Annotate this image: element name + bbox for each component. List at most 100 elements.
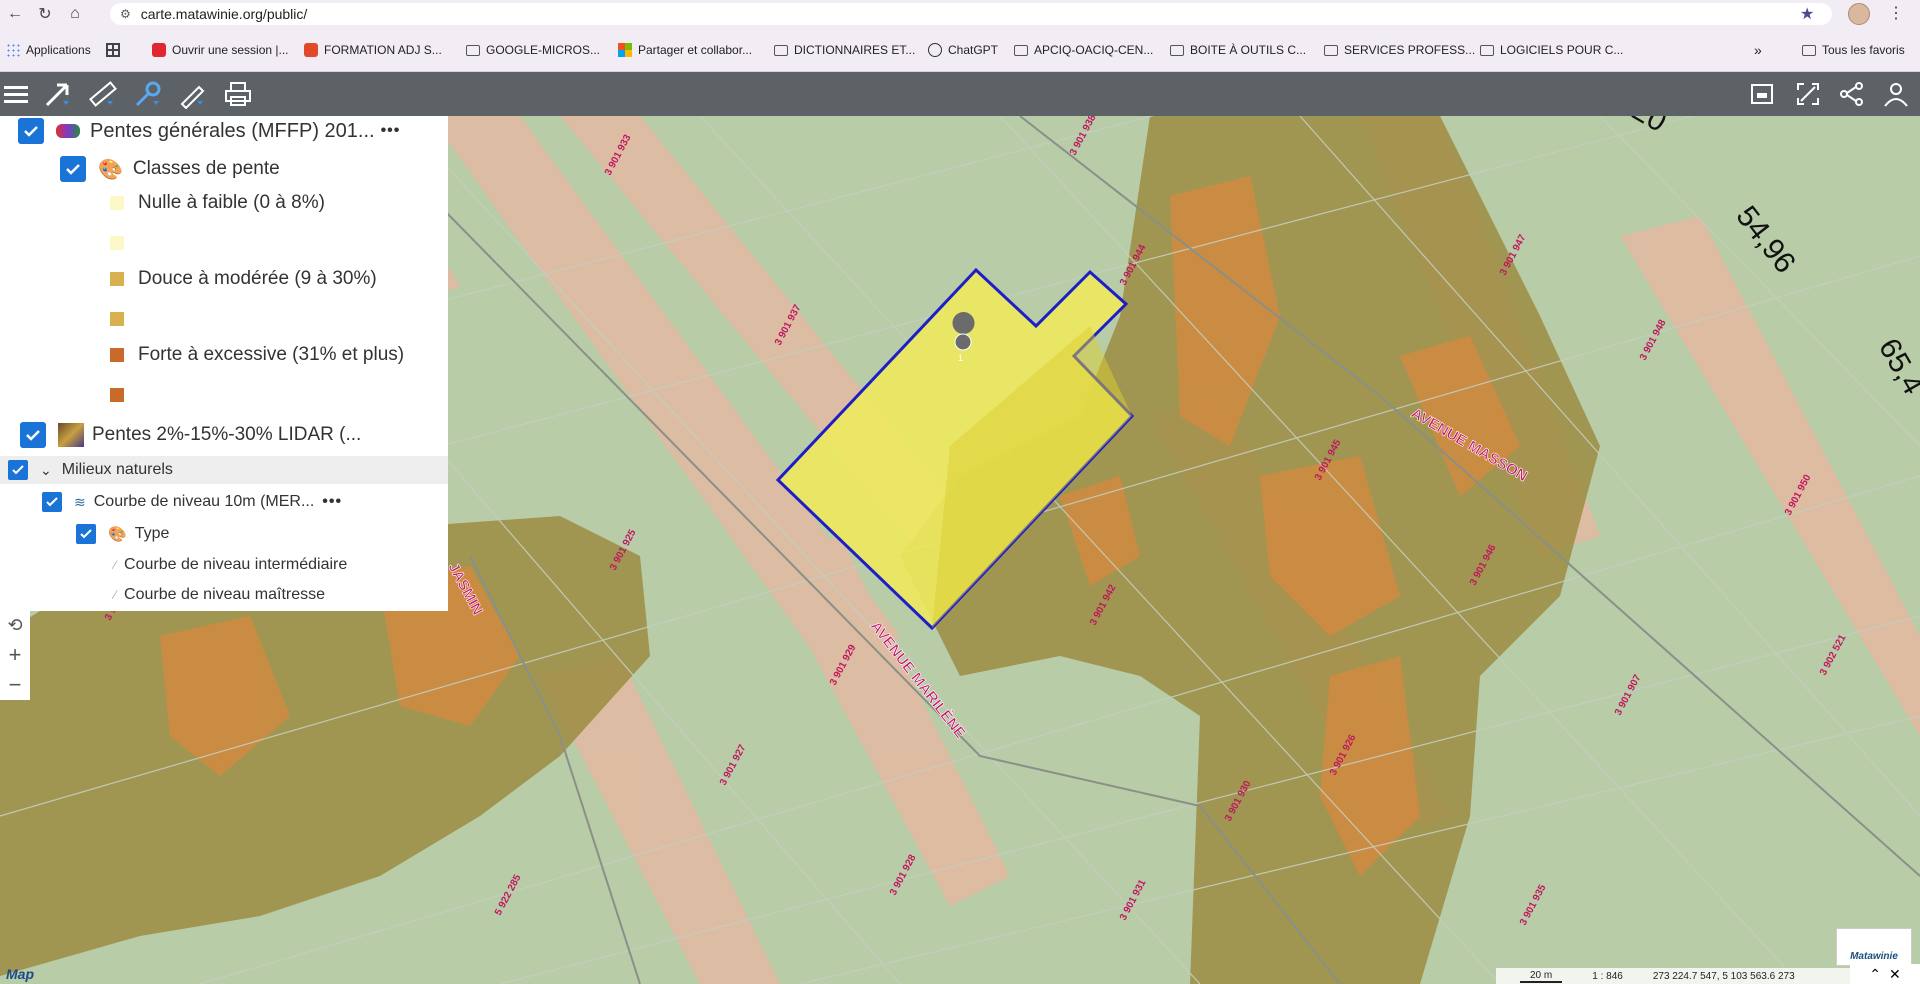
classes-label: Classes de pente [132, 158, 280, 179]
bookmark-dictionnaires[interactable]: DICTIONNAIRES ET... [774, 41, 915, 59]
browser-toolbar: ← ↻ ⌂ ⚙ carte.matawinie.org/public/ ★ ⋮ [0, 0, 1920, 28]
legend-curve-intermediaire: ⁄ Courbe de niveau intermédiaire [114, 556, 348, 573]
legend-layer-lidar: Pentes 2%-15%-30% LIDAR (... [20, 422, 361, 448]
zoom-controls: ⟲ + − [0, 610, 30, 700]
lot-label: 3 901 935 [1518, 883, 1549, 928]
layer-checkbox[interactable] [18, 118, 44, 144]
bookmark-formation[interactable]: FORMATION ADJ S... [304, 41, 442, 59]
lot-label: 5 922 285 [493, 873, 524, 918]
legend-layer-courbe: ≋ Courbe de niveau 10m (MER... ••• [42, 492, 342, 512]
curve-line-icon: ⁄ [114, 588, 117, 602]
url-text: carte.matawinie.org/public/ [140, 6, 308, 22]
layer-options-button[interactable]: ••• [381, 122, 401, 140]
group-name: Milieux naturels [61, 461, 173, 478]
lot-label: 3 902 521 [1818, 633, 1849, 678]
bookmark-partager[interactable]: Partager et collabor... [618, 41, 752, 59]
user-account-icon[interactable] [1880, 78, 1912, 110]
window-icon[interactable] [1746, 78, 1778, 110]
bookmark-chatgpt[interactable]: ChatGPT [928, 41, 998, 59]
measure-ruler-icon[interactable] [86, 78, 118, 110]
home-button[interactable]: ⌂ [60, 0, 90, 28]
browser-menu-icon[interactable]: ⋮ [1888, 3, 1904, 23]
back-button[interactable]: ← [0, 0, 30, 28]
reset-view-icon[interactable]: ⟲ [0, 610, 30, 640]
type-checkbox[interactable] [76, 524, 96, 544]
contour-label: 54,96 [1729, 200, 1801, 279]
coordinates-readout: 273 224.7 547, 5 103 563.6 273 [1652, 970, 1795, 982]
all-favorites-folder[interactable]: Tous les favoris [1802, 41, 1905, 59]
layer-name: Pentes générales (MFFP) 201... [90, 119, 375, 142]
contour-lines-icon: ≋ [74, 493, 86, 510]
folder-icon [1480, 44, 1494, 56]
bookmark-apciq[interactable]: APCIQ-OACIQ-CEN... [1014, 41, 1153, 59]
layer-name: Pentes 2%-15%-30% LIDAR (... [92, 424, 362, 445]
red-logo-icon [304, 43, 318, 57]
chevron-down-icon[interactable]: ⌄ [40, 462, 52, 479]
reload-button[interactable]: ↻ [30, 0, 60, 28]
layer-options-button[interactable]: ••• [322, 493, 342, 511]
palette-icon: 🎨 [108, 526, 127, 543]
contour-label: 65,4 [1872, 333, 1920, 400]
marker-label: 1 [958, 353, 963, 363]
chatgpt-icon [928, 43, 942, 57]
share-icon[interactable] [1836, 78, 1868, 110]
zoom-out-button[interactable]: − [0, 670, 30, 700]
layer-checkbox[interactable] [20, 422, 46, 448]
zoom-in-button[interactable]: + [0, 640, 30, 670]
folder-icon [1170, 44, 1184, 56]
apps-grid-icon [6, 43, 20, 57]
address-bar[interactable]: ⚙ carte.matawinie.org/public/ [110, 3, 1832, 25]
layer-style-icon [56, 124, 80, 138]
layer-name: Courbe de niveau 10m (MER... [93, 493, 315, 510]
more-bookmarks-button[interactable]: » [1754, 41, 1762, 59]
close-x-icon[interactable]: ✕ [1889, 966, 1901, 983]
lot-label: 3 901 948 [1638, 318, 1669, 363]
legend-group-milieux[interactable]: ⌄ Milieux naturels [8, 460, 173, 480]
curve-line-icon: ⁄ [114, 558, 117, 572]
swatch-nulle [110, 196, 124, 210]
group-checkbox[interactable] [8, 460, 28, 480]
grid-icon [106, 43, 120, 57]
hamburger-menu-icon[interactable] [0, 78, 32, 110]
layer-checkbox[interactable] [42, 492, 62, 512]
corner-controls: ⌃ ✕ [1850, 964, 1920, 984]
fullscreen-icon[interactable] [1792, 78, 1824, 110]
legend-item-nulle: Nulle à faible (0 à 8%) [110, 192, 325, 214]
folder-icon [1014, 44, 1028, 56]
pointer-arrow-icon[interactable] [42, 78, 74, 110]
s-logo-icon [152, 43, 166, 57]
map-toolbar [0, 72, 1920, 116]
legend-item-douce: Douce à modérée (9 à 30%) [110, 268, 377, 290]
folder-icon [1324, 44, 1338, 56]
classes-checkbox[interactable] [60, 156, 86, 182]
lot-label: 3 901 928 [888, 853, 919, 898]
bookmark-google-micros[interactable]: GOOGLE-MICROS... [466, 41, 600, 59]
map-label: Map [6, 966, 34, 982]
bookmarks-bar: Applications Ouvrir une session |... FOR… [0, 28, 1920, 72]
legend-type: 🎨 Type [76, 524, 169, 544]
legend-swatch-douce-2 [110, 312, 124, 326]
site-info-icon[interactable]: ⚙ [120, 7, 131, 21]
identify-tool-icon[interactable] [132, 78, 164, 110]
bookmark-star-icon[interactable]: ★ [1800, 4, 1814, 24]
bookmark-logiciels[interactable]: LOGICIELS POUR C... [1480, 41, 1623, 59]
bookmark-services[interactable]: SERVICES PROFESS... [1324, 41, 1475, 59]
print-icon[interactable] [222, 78, 254, 110]
profile-avatar[interactable] [1848, 3, 1870, 25]
bookmark-applications[interactable]: Applications [6, 41, 91, 59]
swatch-douce [110, 272, 124, 286]
scale-bar: 20 m [1520, 970, 1563, 983]
bookmark-boite-outils[interactable]: BOITE À OUTILS C... [1170, 41, 1306, 59]
legend-layer-pentes-mffp: Pentes générales (MFFP) 201... ••• [18, 118, 400, 144]
bookmark-grid[interactable] [106, 41, 126, 59]
draw-pencil-icon[interactable] [176, 78, 208, 110]
legend-curve-maitresse: ⁄ Courbe de niveau maîtresse [114, 586, 326, 603]
bookmark-ouvrir-session[interactable]: Ouvrir une session |... [152, 41, 289, 59]
chevron-up-icon[interactable]: ⌃ [1869, 966, 1881, 983]
legend-swatch-forte-2 [110, 388, 124, 402]
legend-classes-pente: 🎨 Classes de pente [60, 156, 280, 182]
swatch-forte [110, 348, 124, 362]
lot-label: 3 901 927 [718, 743, 749, 788]
folder-icon [774, 44, 788, 56]
windows-logo-icon [618, 43, 632, 57]
